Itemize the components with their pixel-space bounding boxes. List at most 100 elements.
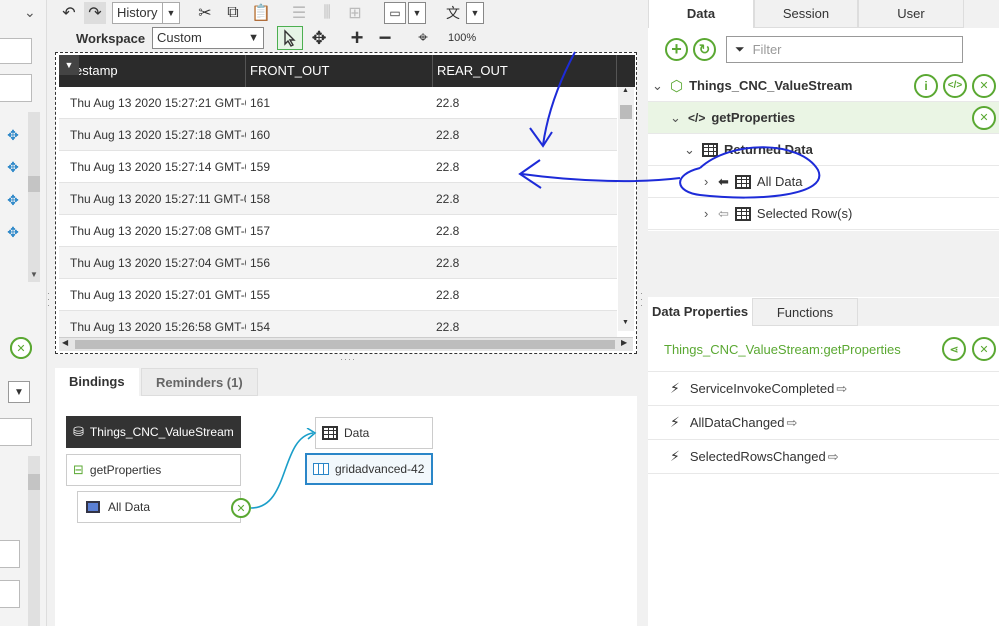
bindings-panel: Bindings Reminders (1) ⛁ Things_CNC_Valu… bbox=[55, 360, 637, 626]
chevron-right-icon[interactable]: › bbox=[704, 174, 718, 189]
pan-icon[interactable]: ✥ bbox=[308, 27, 330, 49]
splitter-grip[interactable]: · · · bbox=[47, 289, 51, 310]
tab-user[interactable]: User bbox=[858, 0, 964, 28]
table-row[interactable]: Thu Aug 13 2020 15:27:21 GMT-0 161 22.8 bbox=[59, 87, 617, 119]
table-row[interactable]: Thu Aug 13 2020 15:27:08 GMT-0 157 22.8 bbox=[59, 215, 617, 247]
target-field-node[interactable]: Data bbox=[315, 417, 433, 449]
grid-widget[interactable]: estamp FRONT_OUT REAR_OUT ▼ Thu Aug 13 2… bbox=[55, 52, 637, 354]
left-input-4[interactable] bbox=[0, 540, 20, 568]
left-input-1[interactable] bbox=[0, 38, 32, 64]
refresh-icon[interactable]: ↻ bbox=[693, 38, 716, 61]
chevron-right-icon[interactable]: › bbox=[704, 206, 718, 221]
share-icon[interactable]: ⋖ bbox=[942, 337, 966, 361]
tab-reminders[interactable]: Reminders (1) bbox=[141, 368, 258, 396]
undo-icon[interactable]: ↶ bbox=[58, 2, 80, 24]
table-row[interactable]: Thu Aug 13 2020 15:27:01 GMT-0 155 22.8 bbox=[59, 279, 617, 311]
move-icon[interactable]: ✥ bbox=[6, 193, 20, 207]
scroll-down-icon[interactable]: ▼ bbox=[622, 319, 629, 326]
splitter-grip[interactable]: · · · bbox=[640, 289, 644, 310]
event-row[interactable]: ⚡ AllDataChanged ⇨ bbox=[648, 406, 999, 440]
left-input-5[interactable] bbox=[0, 580, 20, 608]
code-icon[interactable]: </> bbox=[943, 73, 967, 98]
chevron-down-icon[interactable]: ⌄ bbox=[684, 142, 698, 158]
filter-input[interactable]: ⏷ Filter bbox=[726, 36, 963, 63]
move-icon[interactable]: ✥ bbox=[6, 225, 20, 239]
tree-all-data[interactable]: › ⬅ All Data bbox=[648, 166, 999, 198]
arrow-right-icon[interactable]: ⇨ bbox=[787, 415, 798, 431]
tab-data-properties[interactable]: Data Properties bbox=[648, 298, 752, 326]
event-row[interactable]: ⚡ ServiceInvokeCompleted ⇨ bbox=[648, 372, 999, 406]
history-dropdown[interactable]: ▼ bbox=[162, 2, 180, 24]
cell-front-out: 160 bbox=[250, 128, 271, 142]
dropdown-button[interactable]: ▼ bbox=[8, 381, 30, 403]
workspace-select[interactable]: Custom ▼ bbox=[152, 27, 264, 49]
scroll-thumb[interactable] bbox=[620, 105, 632, 119]
copy-icon[interactable]: ⧉ bbox=[222, 2, 244, 24]
grid-horizontal-scrollbar[interactable]: ◀ ▶ bbox=[59, 337, 633, 351]
move-icon[interactable]: ✥ bbox=[6, 128, 20, 142]
translate-dropdown[interactable]: ▼ bbox=[466, 2, 484, 24]
chevron-down-icon[interactable]: ⌄ bbox=[652, 78, 666, 94]
tree-returned-data[interactable]: ⌄ Returned Data bbox=[648, 134, 999, 166]
table-row[interactable]: Thu Aug 13 2020 15:27:11 GMT-0 158 22.8 bbox=[59, 183, 617, 215]
table-row[interactable]: Thu Aug 13 2020 15:27:04 GMT-0 156 22.8 bbox=[59, 247, 617, 279]
distribute-icon[interactable]: ⫼ bbox=[316, 2, 338, 24]
scroll-up-icon[interactable]: ▲ bbox=[622, 87, 629, 94]
tab-bindings[interactable]: Bindings bbox=[55, 368, 139, 396]
tree-selected-rows[interactable]: › ⇦ Selected Row(s) bbox=[648, 198, 999, 230]
scroll-down-icon[interactable]: ▼ bbox=[30, 270, 38, 279]
remove-icon[interactable]: ✕ bbox=[972, 73, 996, 98]
left-input-2[interactable] bbox=[0, 74, 32, 102]
scroll-thumb[interactable] bbox=[28, 474, 40, 490]
move-icon[interactable]: ✥ bbox=[6, 160, 20, 174]
table-row[interactable]: Thu Aug 13 2020 15:27:14 GMT-0 159 22.8 bbox=[59, 151, 617, 183]
tree-thing[interactable]: ⌄ ⬡ Things_CNC_ValueStream i </> ✕ bbox=[648, 70, 999, 102]
arrow-right-icon[interactable]: ⇨ bbox=[836, 381, 847, 397]
paste-icon[interactable]: 📋 bbox=[250, 2, 272, 24]
redo-icon[interactable]: ↷ bbox=[84, 2, 106, 24]
source-thing-node[interactable]: ⛁ Things_CNC_ValueStream bbox=[66, 416, 241, 448]
column-header-rear-out[interactable]: REAR_OUT bbox=[433, 55, 617, 87]
align-icon[interactable]: ☰ bbox=[288, 2, 310, 24]
props-header: Things_CNC_ValueStream:getProperties ⋖ ✕ bbox=[648, 326, 999, 372]
remove-icon[interactable]: ✕ bbox=[10, 337, 32, 359]
grid-menu-button[interactable]: ▼ bbox=[59, 55, 79, 75]
source-field-node[interactable]: All Data bbox=[77, 491, 241, 523]
event-row[interactable]: ⚡ SelectedRowsChanged ⇨ bbox=[648, 440, 999, 474]
layout-button[interactable]: ▭ bbox=[384, 2, 406, 24]
chevron-down-icon[interactable]: ⌄ bbox=[24, 4, 36, 21]
layout-icon[interactable]: ⊞ bbox=[344, 2, 366, 24]
left-scrollbar-2[interactable] bbox=[28, 456, 40, 626]
zoom-out-icon[interactable]: − bbox=[374, 25, 396, 50]
scroll-thumb[interactable] bbox=[28, 176, 40, 192]
scroll-thumb[interactable] bbox=[75, 340, 615, 349]
scroll-left-icon[interactable]: ◀ bbox=[62, 338, 68, 347]
left-input-3[interactable] bbox=[0, 418, 32, 446]
scroll-right-icon[interactable]: ▶ bbox=[621, 338, 627, 347]
info-icon[interactable]: i bbox=[914, 73, 938, 98]
cell-timestamp: Thu Aug 13 2020 15:27:08 GMT-0 bbox=[70, 224, 246, 238]
tab-functions[interactable]: Functions bbox=[752, 298, 858, 326]
grid-vertical-scrollbar[interactable]: ▲ ▼ bbox=[618, 87, 634, 331]
cell-front-out: 156 bbox=[250, 256, 271, 270]
zoom-in-icon[interactable]: + bbox=[346, 25, 368, 50]
translate-icon[interactable]: 文 bbox=[442, 2, 464, 24]
tab-session[interactable]: Session bbox=[754, 0, 858, 28]
layout-dropdown[interactable]: ▼ bbox=[408, 2, 426, 24]
service-node[interactable]: ⊟ getProperties bbox=[66, 454, 241, 486]
cell-timestamp: Thu Aug 13 2020 15:27:14 GMT-0 bbox=[70, 160, 246, 174]
remove-icon[interactable]: ✕ bbox=[972, 105, 996, 130]
tree-service[interactable]: ⌄ </> getProperties ✕ bbox=[648, 102, 999, 134]
add-icon[interactable]: + bbox=[665, 38, 688, 61]
tab-data[interactable]: Data bbox=[648, 0, 754, 28]
left-scrollbar[interactable] bbox=[28, 112, 40, 282]
remove-icon[interactable]: ✕ bbox=[972, 337, 996, 361]
column-header-timestamp[interactable]: estamp bbox=[59, 55, 246, 87]
zoom-fit-icon[interactable]: ⌖ bbox=[412, 27, 434, 49]
chevron-down-icon[interactable]: ⌄ bbox=[670, 110, 684, 126]
column-header-front-out[interactable]: FRONT_OUT bbox=[246, 55, 433, 87]
table-row[interactable]: Thu Aug 13 2020 15:27:18 GMT-0 160 22.8 bbox=[59, 119, 617, 151]
select-tool-button[interactable] bbox=[277, 26, 303, 50]
cut-icon[interactable]: ✂ bbox=[194, 2, 216, 24]
arrow-right-icon[interactable]: ⇨ bbox=[828, 449, 839, 465]
